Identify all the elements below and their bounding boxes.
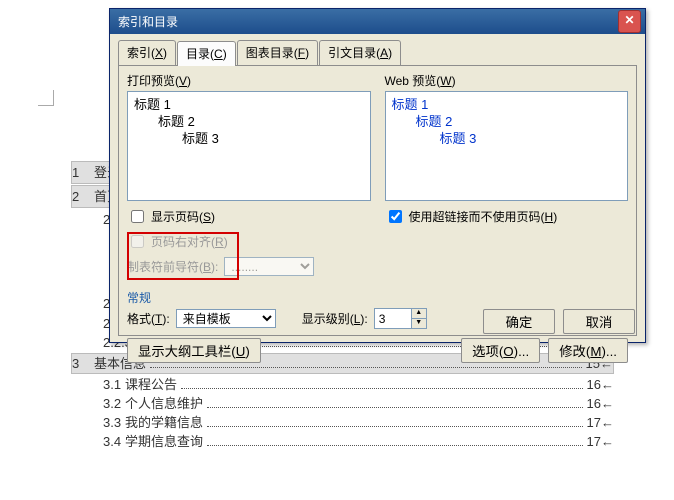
spinner-up-icon[interactable]: ▲	[411, 309, 426, 319]
web-preview-label: Web 预览(W)	[385, 72, 629, 89]
tab-leader-select: ........	[224, 257, 314, 276]
use-hyperlinks-input[interactable]	[389, 210, 402, 223]
show-outline-toolbar-button[interactable]: 显示大纲工具栏(U)	[127, 338, 261, 363]
levels-input[interactable]	[375, 310, 411, 327]
ok-button[interactable]: 确定	[483, 309, 555, 334]
tab-figures[interactable]: 图表目录(F)	[237, 40, 318, 65]
page-margin-marker-left	[38, 90, 54, 106]
modify-button[interactable]: 修改(M)...	[548, 338, 628, 363]
tab-toc[interactable]: 目录(C)	[177, 41, 236, 66]
tab-leader-row: 制表符前导符(B): ........	[127, 257, 371, 276]
print-preview-box: 标题 1 标题 2 标题 3	[127, 91, 371, 201]
use-hyperlinks-checkbox[interactable]: 使用超链接而不使用页码(H)	[385, 207, 629, 226]
web-preview-box: 标题 1 标题 2 标题 3	[385, 91, 629, 201]
show-page-numbers-checkbox[interactable]: 显示页码(S)	[127, 207, 371, 226]
dialog-titlebar[interactable]: 索引和目录 ✕	[110, 9, 645, 34]
cancel-button[interactable]: 取消	[563, 309, 635, 334]
show-page-numbers-input[interactable]	[131, 210, 144, 223]
levels-spinner[interactable]: ▲▼	[374, 308, 427, 329]
right-align-input	[131, 235, 144, 248]
toc-entry-row: 3.3我的学籍信息17←	[71, 413, 614, 432]
index-and-toc-dialog: 索引和目录 ✕ 索引(X) 目录(C) 图表目录(F) 引文目录(A) 打印预览…	[109, 8, 646, 343]
tab-authorities[interactable]: 引文目录(A)	[319, 40, 401, 65]
dialog-title: 索引和目录	[114, 13, 618, 30]
format-select[interactable]: 来自模板	[176, 309, 276, 328]
tab-panel-toc: 打印预览(V) 标题 1 标题 2 标题 3 显示页码(S) 页码右对齐(R) …	[118, 65, 637, 336]
dialog-tabs: 索引(X) 目录(C) 图表目录(F) 引文目录(A)	[118, 40, 637, 65]
general-heading: 常规	[127, 289, 628, 306]
close-icon[interactable]: ✕	[618, 10, 641, 33]
tab-index[interactable]: 索引(X)	[118, 40, 176, 65]
format-label: 格式(T):	[127, 310, 170, 327]
levels-label: 显示级别(L):	[302, 310, 368, 327]
right-align-page-numbers-checkbox: 页码右对齐(R)	[127, 232, 371, 251]
toc-entry-row: 3.1课程公告16←	[71, 375, 614, 394]
print-preview-label: 打印预览(V)	[127, 72, 371, 89]
options-button[interactable]: 选项(O)...	[461, 338, 540, 363]
toc-entry-row: 3.2个人信息维护16←	[71, 394, 614, 413]
spinner-down-icon[interactable]: ▼	[411, 319, 426, 328]
toc-entry-row: 3.4学期信息查询17←	[71, 432, 614, 451]
